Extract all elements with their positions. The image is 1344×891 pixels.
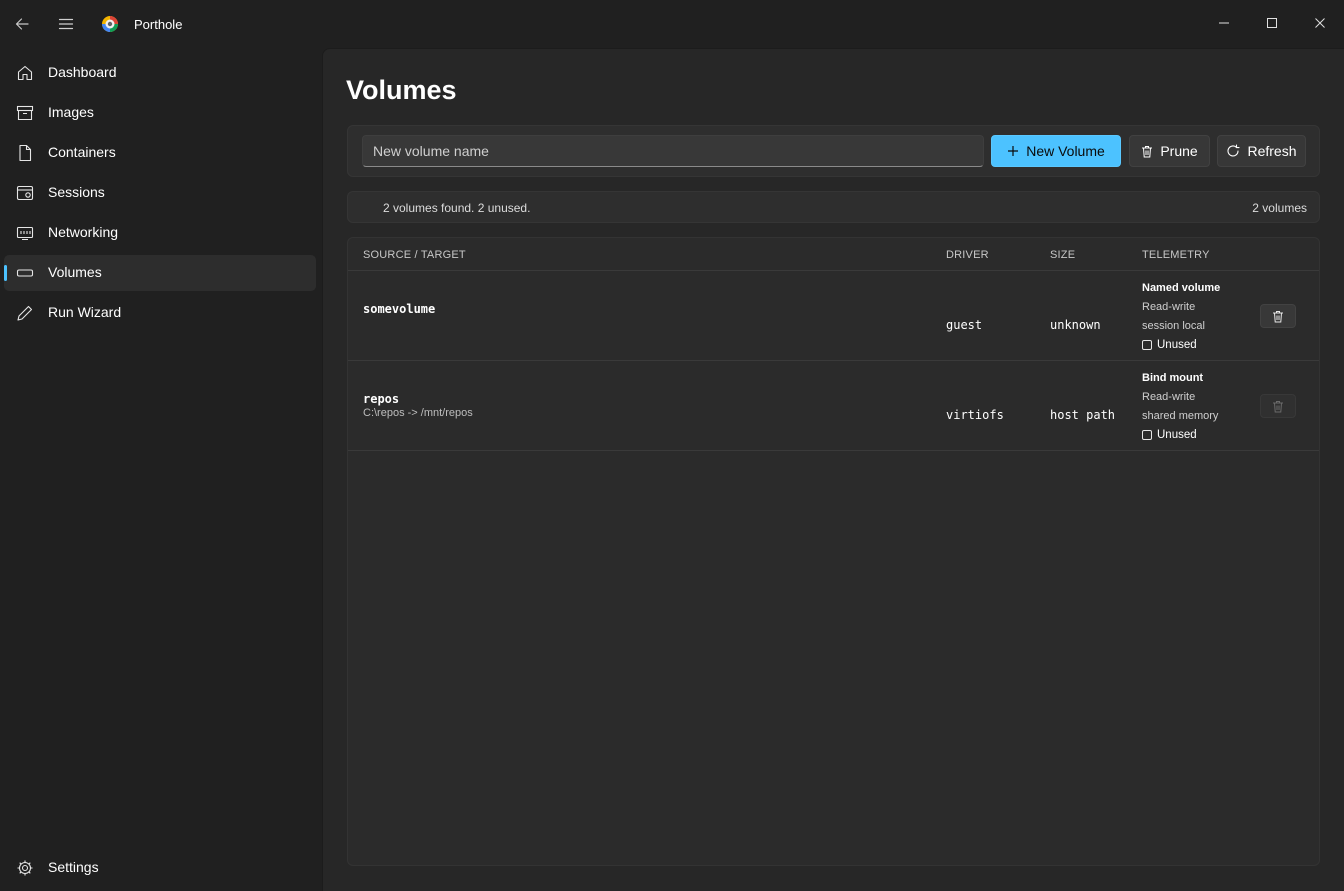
sidebar: Dashboard Images Containers Sessions Net… xyxy=(0,48,321,891)
sidebar-item-label: Networking xyxy=(48,224,119,240)
close-icon xyxy=(1315,18,1325,28)
network-icon xyxy=(16,226,34,241)
minimize-button[interactable] xyxy=(1201,0,1247,46)
table-row[interactable]: somevolume guest unknown Named volume Re… xyxy=(348,271,1319,361)
status-bar: 2 volumes found. 2 unused. 2 volumes xyxy=(347,191,1320,223)
sidebar-item-label: Volumes xyxy=(48,264,102,280)
delete-volume-button[interactable] xyxy=(1260,304,1296,328)
volume-count: 2 volumes xyxy=(1252,201,1307,215)
sidebar-item-label: Containers xyxy=(48,144,116,160)
status-box-icon xyxy=(1142,430,1152,440)
delete-volume-button[interactable] xyxy=(1260,394,1296,418)
home-icon xyxy=(17,65,33,81)
app-title: Porthole xyxy=(134,17,183,32)
prune-label: Prune xyxy=(1160,143,1198,159)
volume-name: somevolume xyxy=(363,302,436,316)
volume-name-input[interactable] xyxy=(362,135,984,167)
sidebar-item-sessions[interactable]: Sessions xyxy=(4,175,316,211)
sidebar-item-settings[interactable]: Settings xyxy=(4,850,316,886)
back-arrow-icon xyxy=(15,18,29,30)
archive-icon xyxy=(16,105,34,121)
prune-button[interactable]: Prune xyxy=(1129,135,1210,167)
status-summary: 2 volumes found. 2 unused. xyxy=(383,201,531,215)
sidebar-item-label: Images xyxy=(48,104,94,120)
sidebar-item-label: Settings xyxy=(48,859,99,875)
telemetry-title: Named volume xyxy=(1142,282,1221,294)
sidebar-item-run-wizard[interactable]: Run Wizard xyxy=(4,295,316,331)
telemetry-access: Read-write xyxy=(1142,391,1196,403)
close-button[interactable] xyxy=(1297,0,1343,46)
new-volume-button[interactable]: New Volume xyxy=(991,135,1121,167)
session-icon xyxy=(16,185,34,201)
column-header-source: SOURCE / TARGET xyxy=(363,249,466,261)
sidebar-item-volumes[interactable]: Volumes xyxy=(4,255,316,291)
page-title: Volumes xyxy=(346,75,457,105)
title-bar: Porthole xyxy=(0,0,1344,48)
active-indicator xyxy=(4,265,7,281)
column-header-driver: DRIVER xyxy=(946,249,989,261)
volume-mount-path: C:\repos -> /mnt/repos xyxy=(363,407,473,419)
sidebar-item-label: Run Wizard xyxy=(48,304,122,320)
volume-name: repos xyxy=(363,392,400,406)
telemetry-scope: session local xyxy=(1142,320,1205,332)
back-button[interactable] xyxy=(6,8,38,40)
volume-icon xyxy=(16,269,34,277)
sidebar-item-networking[interactable]: Networking xyxy=(4,215,316,251)
porthole-logo-icon xyxy=(102,16,118,32)
usage-status-label: Unused xyxy=(1157,429,1197,441)
telemetry-access: Read-write xyxy=(1142,301,1196,313)
minimize-icon xyxy=(1219,22,1229,24)
gear-icon xyxy=(17,860,33,876)
telemetry-title: Bind mount xyxy=(1142,372,1204,384)
table-row[interactable]: repos C:\repos -> /mnt/repos virtiofs ho… xyxy=(348,361,1319,451)
sidebar-item-images[interactable]: Images xyxy=(4,95,316,131)
plus-icon xyxy=(1008,146,1019,156)
sidebar-item-dashboard[interactable]: Dashboard xyxy=(4,55,316,91)
telemetry-scope: shared memory xyxy=(1142,410,1219,422)
hamburger-icon xyxy=(58,18,74,30)
volume-size: unknown xyxy=(1050,318,1101,332)
refresh-icon xyxy=(1227,144,1241,157)
volumes-table: SOURCE / TARGET DRIVER SIZE TELEMETRY so… xyxy=(347,237,1320,866)
trash-icon xyxy=(1142,145,1153,157)
content-area: Volumes New Volume Prune Refresh 2 volum… xyxy=(322,48,1344,891)
menu-button[interactable] xyxy=(50,8,82,40)
usage-status: Unused xyxy=(1142,339,1197,351)
volume-driver: guest xyxy=(946,318,983,332)
trash-icon xyxy=(1273,400,1283,412)
new-volume-label: New Volume xyxy=(1026,143,1105,159)
status-box-icon xyxy=(1142,340,1152,350)
column-header-telemetry: TELEMETRY xyxy=(1142,249,1210,261)
refresh-button[interactable]: Refresh xyxy=(1217,135,1306,167)
volume-size: host path xyxy=(1050,408,1116,422)
sidebar-item-label: Dashboard xyxy=(48,64,117,80)
toolbar: New Volume Prune Refresh xyxy=(347,125,1320,177)
volume-driver: virtiofs xyxy=(946,408,1004,422)
document-icon xyxy=(19,144,32,162)
sidebar-item-label: Sessions xyxy=(48,184,105,200)
column-header-size: SIZE xyxy=(1050,249,1076,261)
trash-icon xyxy=(1273,310,1283,322)
refresh-label: Refresh xyxy=(1247,143,1297,159)
maximize-icon xyxy=(1267,18,1277,28)
usage-status: Unused xyxy=(1142,429,1197,441)
maximize-button[interactable] xyxy=(1249,0,1295,46)
sidebar-item-containers[interactable]: Containers xyxy=(4,135,316,171)
usage-status-label: Unused xyxy=(1157,339,1197,351)
pencil-icon xyxy=(17,305,33,321)
